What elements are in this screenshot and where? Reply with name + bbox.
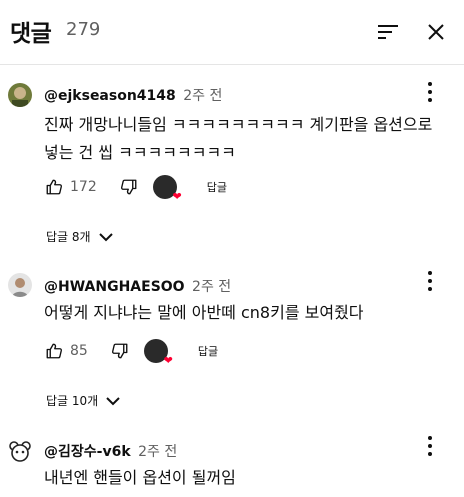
avatar[interactable] — [8, 273, 32, 297]
view-replies-button[interactable]: 답글 10개 — [46, 392, 120, 409]
comments-title: 댓글 — [10, 21, 52, 47]
more-options-button[interactable] — [426, 436, 434, 456]
heart-icon: ❤ — [172, 190, 182, 203]
close-button[interactable] — [422, 18, 450, 46]
like-count: 85 — [70, 343, 88, 359]
comment-time: 2주 전 — [138, 444, 178, 460]
comment-author[interactable]: @HWANGHAESOO — [44, 279, 185, 295]
dislike-button[interactable] — [119, 177, 139, 197]
avatar-image — [9, 441, 31, 462]
comment-author[interactable]: @김장수-v6k — [44, 444, 131, 460]
comment-actions: 172 ❤ 답글 — [44, 175, 227, 202]
replies-count-label: 답글 10개 — [46, 394, 99, 408]
header-divider — [0, 64, 464, 65]
more-options-button[interactable] — [426, 82, 434, 102]
avatar[interactable] — [8, 83, 32, 107]
replies-count-label: 답글 8개 — [46, 230, 91, 244]
comment-actions: 85 ❤ 답글 — [44, 339, 218, 366]
sort-button[interactable] — [374, 18, 402, 46]
comments-count: 279 — [66, 19, 101, 40]
comment-time: 2주 전 — [192, 279, 232, 295]
chevron-down-icon — [98, 230, 113, 244]
creator-heart-badge: ❤ — [152, 175, 182, 202]
more-options-button[interactable] — [426, 271, 434, 291]
like-button[interactable] — [44, 341, 64, 361]
creator-heart-badge: ❤ — [143, 339, 173, 366]
more-vert-icon — [428, 436, 432, 440]
avatar-image — [8, 273, 32, 297]
reply-button[interactable]: 답글 — [198, 343, 218, 359]
comment-author[interactable]: @ejkseason4148 — [44, 88, 176, 104]
like-count: 172 — [70, 179, 97, 195]
view-replies-button[interactable]: 답글 8개 — [46, 228, 113, 245]
chevron-down-icon — [106, 394, 120, 408]
thumb-down-icon — [111, 343, 128, 359]
comment-time: 2주 전 — [183, 88, 223, 104]
sort-icon — [378, 25, 398, 39]
comments-header: 댓글 279 — [0, 0, 464, 64]
avatar[interactable] — [8, 439, 32, 463]
comment-text: 내년엔 핸들이 옵션이 될꺼임 — [44, 468, 236, 487]
avatar-image — [8, 83, 32, 107]
thumb-up-icon — [46, 343, 62, 359]
close-icon — [428, 24, 444, 40]
comment-text: 어떻게 지냐냐는 말에 아반떼 cn8키를 보여줬다 — [44, 303, 364, 322]
more-vert-icon — [428, 82, 432, 86]
thumb-down-icon — [120, 179, 137, 195]
thumb-up-icon — [46, 179, 62, 195]
like-button[interactable] — [44, 177, 64, 197]
comment-text: 진짜 개망나니들임 ㅋㅋㅋㅋㅋㅋㅋㅋㅋ 계기판을 옵션으로 넣는 건 씹 ㅋㅋㅋ… — [44, 115, 433, 162]
more-vert-icon — [428, 271, 432, 275]
dislike-button[interactable] — [110, 341, 130, 361]
reply-button[interactable]: 답글 — [207, 179, 227, 195]
heart-icon: ❤ — [163, 354, 173, 367]
